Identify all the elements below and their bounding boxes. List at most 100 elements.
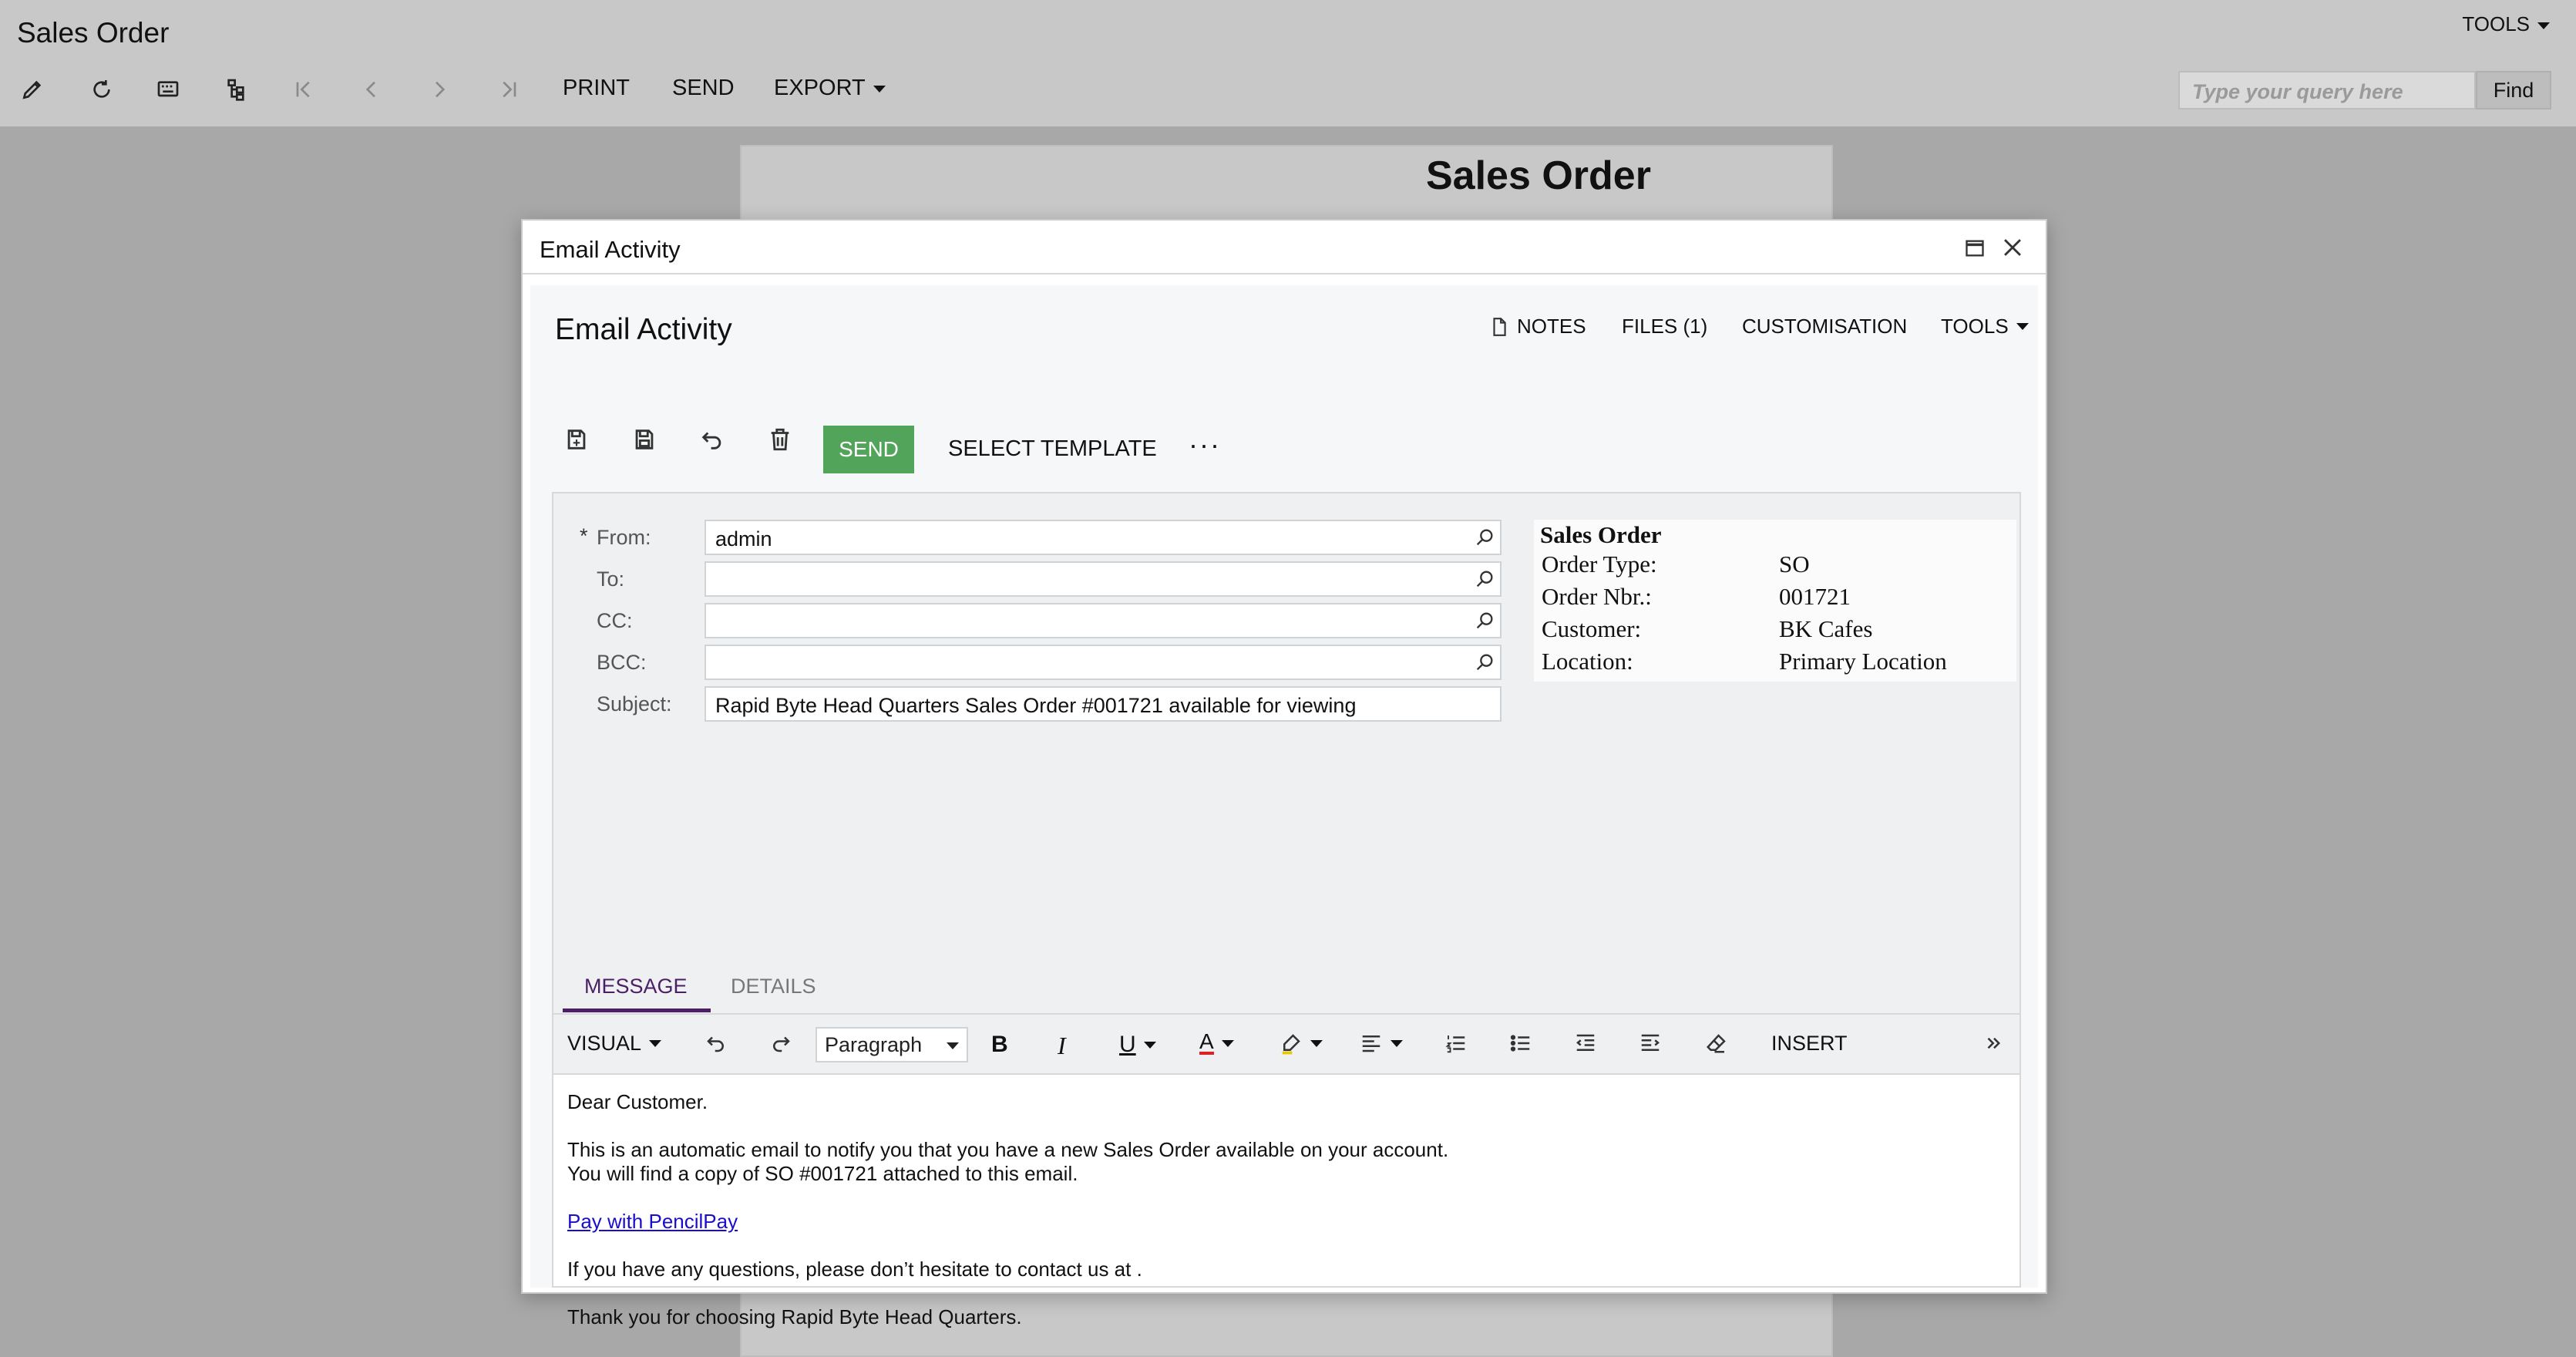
save-button[interactable] xyxy=(627,423,661,456)
find-button[interactable]: Find xyxy=(2476,71,2551,109)
edit-button[interactable] xyxy=(17,74,48,105)
align-left-icon xyxy=(1362,1035,1380,1052)
editor-undo-button[interactable] xyxy=(705,1032,728,1055)
top-bar: Sales Order TOOLS PRINT SEND EXPORT Type… xyxy=(0,0,2576,126)
info-label-order-nbr: Order Nbr.: xyxy=(1542,583,1652,610)
send-toolbar-button[interactable]: SEND xyxy=(672,76,735,101)
indent-button[interactable] xyxy=(1639,1032,1662,1055)
close-icon[interactable] xyxy=(1999,234,2026,261)
message-editor[interactable]: Dear Customer. This is an automatic emai… xyxy=(553,1075,2019,1328)
hierarchy-icon xyxy=(227,79,244,101)
bcc-field[interactable] xyxy=(705,645,1502,680)
text-color-button[interactable]: A xyxy=(1199,1031,1234,1055)
search-icon[interactable] xyxy=(1474,652,1495,673)
last-record-button[interactable] xyxy=(493,74,524,105)
chevron-down-icon xyxy=(1391,1039,1403,1047)
chevron-down-icon xyxy=(2016,323,2029,330)
first-page-icon xyxy=(296,81,310,98)
outdent-button[interactable] xyxy=(1574,1032,1597,1055)
italic-button[interactable]: I xyxy=(1058,1032,1066,1060)
info-label-customer: Customer: xyxy=(1542,615,1642,642)
refresh-icon xyxy=(93,80,110,98)
search-icon[interactable] xyxy=(1474,568,1495,590)
search-icon[interactable] xyxy=(1474,610,1495,631)
keyboard-button[interactable] xyxy=(153,74,183,105)
send-button[interactable]: SEND xyxy=(823,426,914,473)
delete-button[interactable] xyxy=(763,423,797,456)
active-tab-indicator xyxy=(563,1008,711,1012)
indent-icon xyxy=(1641,1034,1660,1051)
highlight-button[interactable] xyxy=(1280,1032,1323,1055)
tab-message[interactable]: MESSAGE xyxy=(584,975,688,998)
paragraph-select[interactable]: Paragraph xyxy=(816,1027,968,1062)
chevron-left-icon xyxy=(365,81,375,98)
email-panel: Email Activity NOTES FILES (1) CUSTOMISA… xyxy=(530,285,2038,1328)
select-template-button[interactable]: SELECT TEMPLATE xyxy=(948,436,1157,462)
refresh-button[interactable] xyxy=(86,74,117,105)
from-field[interactable]: admin xyxy=(705,520,1502,555)
files-button[interactable]: FILES (1) xyxy=(1622,315,1707,338)
visual-mode-dropdown[interactable]: VISUAL xyxy=(567,1032,662,1056)
export-menu-button[interactable]: EXPORT xyxy=(774,76,886,101)
numbered-list-icon xyxy=(1445,1035,1465,1053)
previous-record-button[interactable] xyxy=(356,74,387,105)
undo-icon xyxy=(707,1036,724,1052)
bold-icon: B xyxy=(991,1032,1008,1057)
pay-link[interactable]: Pay with PencilPay xyxy=(567,1210,738,1234)
chevron-down-icon xyxy=(1310,1039,1323,1047)
info-value-location: Primary Location xyxy=(1779,648,1947,675)
subject-label: Subject: xyxy=(597,692,672,716)
to-label: To: xyxy=(597,567,625,591)
export-label: EXPORT xyxy=(774,76,866,100)
more-actions-button[interactable]: ··· xyxy=(1189,429,1221,461)
subject-field[interactable]: Rapid Byte Head Quarters Sales Order #00… xyxy=(705,686,1502,722)
hierarchy-button[interactable] xyxy=(220,74,251,105)
chevron-down-icon xyxy=(1221,1039,1234,1047)
keyboard-icon xyxy=(157,81,179,97)
paragraph-label: Paragraph xyxy=(825,1033,923,1056)
cc-field[interactable] xyxy=(705,603,1502,638)
chevron-down-icon xyxy=(2537,22,2550,29)
tools-menu-button[interactable]: TOOLS xyxy=(1941,315,2029,338)
panel-title: Email Activity xyxy=(555,313,732,346)
tools-menu-button[interactable]: TOOLS xyxy=(2462,12,2550,36)
info-heading: Sales Order xyxy=(1540,521,1662,548)
customisation-button[interactable]: CUSTOMISATION xyxy=(1742,315,1907,338)
undo-icon xyxy=(701,432,721,450)
align-button[interactable] xyxy=(1360,1032,1403,1055)
message-line-2: You will find a copy of SO #001721 attac… xyxy=(567,1162,1078,1185)
trash-icon xyxy=(771,428,789,451)
save-icon xyxy=(635,429,654,450)
next-record-button[interactable] xyxy=(424,74,455,105)
info-value-order-type: SO xyxy=(1779,551,1810,577)
undo-button[interactable] xyxy=(695,423,729,456)
pencil-icon xyxy=(22,80,42,99)
notes-button[interactable]: NOTES xyxy=(1489,315,1586,338)
tab-details[interactable]: DETAILS xyxy=(731,975,816,998)
outdent-icon xyxy=(1576,1034,1595,1051)
chevron-down-icon xyxy=(873,85,886,93)
bullet-list-button[interactable] xyxy=(1509,1032,1532,1055)
insert-button[interactable]: INSERT xyxy=(1771,1032,1848,1056)
numbered-list-button[interactable] xyxy=(1444,1032,1468,1055)
cc-label: CC: xyxy=(597,609,633,632)
print-button[interactable]: PRINT xyxy=(563,76,630,101)
bold-button[interactable]: B xyxy=(991,1032,1008,1058)
editor-redo-button[interactable] xyxy=(769,1032,792,1055)
to-field[interactable] xyxy=(705,561,1502,597)
search-input[interactable]: Type your query here xyxy=(2178,71,2476,109)
files-label: FILES (1) xyxy=(1622,315,1708,338)
highlighter-icon xyxy=(1282,1034,1300,1055)
eraser-icon xyxy=(1707,1034,1726,1053)
tabs-divider xyxy=(553,1013,2019,1015)
underline-button[interactable]: U xyxy=(1119,1032,1156,1058)
double-chevron-right-icon xyxy=(1987,1037,2001,1049)
first-record-button[interactable] xyxy=(288,74,319,105)
save-close-button[interactable] xyxy=(560,423,594,456)
last-page-icon xyxy=(503,81,516,98)
maximize-icon[interactable] xyxy=(1964,237,1986,259)
clear-format-button[interactable] xyxy=(1705,1032,1728,1055)
expand-toolbar-button[interactable] xyxy=(1982,1032,2006,1055)
search-icon[interactable] xyxy=(1474,527,1495,548)
info-label-location: Location: xyxy=(1542,648,1633,675)
